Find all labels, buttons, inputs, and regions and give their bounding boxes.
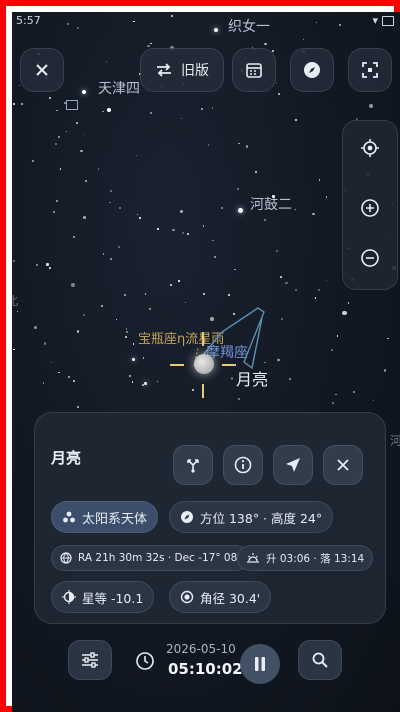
solar-system-icon (62, 510, 76, 524)
pause-button[interactable] (240, 644, 280, 684)
radec-badge: RA 21h 30m 32s · Dec -17° 08' (51, 545, 250, 571)
zoom-controls (342, 120, 398, 290)
legacy-version-label: 旧版 (181, 63, 209, 79)
branch-icon (187, 459, 199, 473)
minus-circle-icon (361, 249, 379, 267)
position-badge: 方位 138° · 高度 24° (169, 501, 334, 533)
category-label: 太阳系天体 (82, 511, 148, 527)
locate-icon (361, 139, 379, 157)
compass-button[interactable] (290, 48, 334, 92)
calendar-icon (246, 63, 262, 78)
clock-button[interactable] (134, 650, 158, 674)
object-title: 月亮 (51, 449, 82, 467)
locate-button[interactable] (351, 129, 389, 167)
date-text[interactable]: 2026-05-10 (166, 642, 236, 656)
angular-size-badge: 角径 30.4' (169, 581, 272, 613)
navigate-icon (286, 458, 300, 472)
time-text[interactable]: 05:10:02 (168, 660, 243, 678)
swap-arrows-icon (157, 63, 171, 77)
pause-icon (255, 657, 265, 671)
zoom-out-button[interactable] (351, 239, 389, 277)
bottom-toolbar: 2026-05-10 05:10:02 (12, 630, 400, 712)
globe-icon (60, 552, 72, 564)
magnitude-text: 星等 -10.1 (82, 590, 144, 606)
info-button[interactable] (223, 445, 263, 485)
rise-set-text: 升 03:06 · 落 13:14 (266, 552, 365, 565)
rise-set-badge: 升 03:06 · 落 13:14 (237, 545, 374, 571)
legacy-version-button[interactable]: 旧版 (140, 48, 224, 92)
radec-text: RA 21h 30m 32s · Dec -17° 08' (78, 552, 241, 564)
close-icon (36, 64, 48, 76)
object-info-card: 月亮 太阳系天体 方位 138° · 高度 24° RA 21h 30m 32s… (34, 412, 386, 624)
target-circle-icon (180, 590, 194, 604)
search-button[interactable] (298, 640, 342, 680)
scan-button[interactable] (348, 48, 392, 92)
screen-frame: 5:57 ▾ 织女一 天津四 河鼓二 宝瓶座η流星雨 摩羯座 月亮 北 河 旧版… (0, 0, 400, 712)
brightness-icon (62, 590, 76, 604)
clock-icon (136, 652, 154, 670)
close-button[interactable] (20, 48, 64, 92)
category-badge[interactable]: 太阳系天体 (51, 501, 159, 533)
selection-crosshair-icon (170, 332, 236, 398)
sunrise-icon (246, 552, 260, 564)
sky-view[interactable]: 5:57 ▾ 织女一 天津四 河鼓二 宝瓶座η流星雨 摩羯座 月亮 北 河 旧版… (12, 12, 400, 712)
path-button[interactable] (173, 445, 213, 485)
angular-size-text: 角径 30.4' (200, 590, 261, 606)
plus-circle-icon (361, 199, 379, 217)
calendar-button[interactable] (232, 48, 276, 92)
scan-icon (362, 62, 378, 78)
settings-button[interactable] (68, 640, 112, 680)
info-icon (234, 456, 252, 474)
card-close-button[interactable] (323, 445, 363, 485)
sliders-icon (82, 652, 98, 668)
search-icon (312, 652, 328, 668)
compass-icon (304, 62, 320, 78)
zoom-in-button[interactable] (351, 189, 389, 227)
navigate-button[interactable] (273, 445, 313, 485)
magnitude-badge: 星等 -10.1 (51, 581, 155, 613)
close-icon (337, 459, 349, 471)
compass-icon (180, 510, 194, 524)
position-text: 方位 138° · 高度 24° (200, 510, 323, 526)
